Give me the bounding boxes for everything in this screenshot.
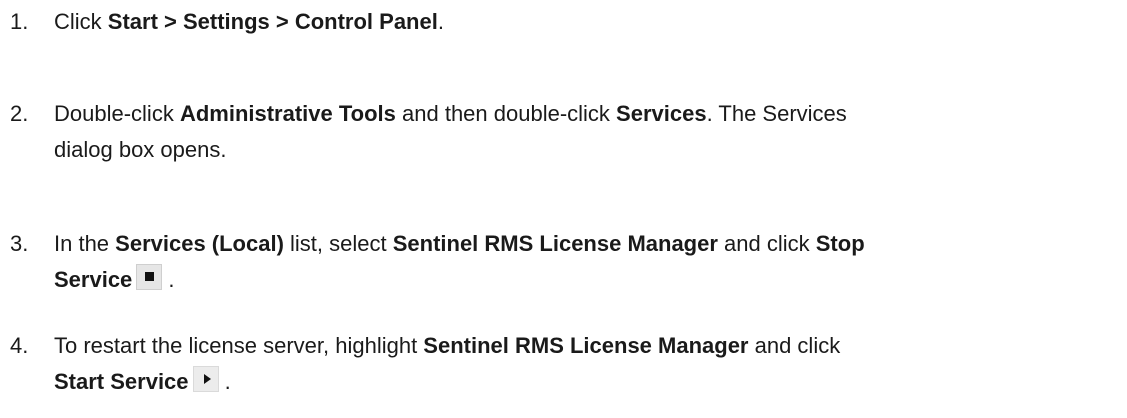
text-run: and click — [717, 231, 816, 256]
step-text: To restart the license server, highlight… — [54, 328, 1118, 400]
step-number: 3. — [10, 231, 29, 256]
text-run: . The Services — [706, 101, 847, 126]
step-number: 1. — [10, 9, 29, 34]
text-line: Service . — [54, 262, 1118, 298]
text-line: Click Start > Settings > Control Panel. — [54, 4, 1118, 40]
text-run: dialog box opens. — [54, 137, 227, 162]
step-text: Double-click Administrative Tools and th… — [54, 96, 1118, 168]
text-run: Click — [54, 9, 108, 34]
ui-term: Sentinel RMS License Manager — [423, 333, 749, 358]
ui-term: Start > Settings > Control Panel — [107, 9, 438, 34]
text-run: and then double-click — [395, 101, 617, 126]
step-number: 2. — [10, 101, 29, 126]
start-service-icon — [192, 366, 219, 392]
stop-service-icon — [136, 264, 163, 290]
ui-term: Services (Local) — [115, 231, 284, 256]
text-line: In the Services (Local) list, select Sen… — [54, 226, 1118, 262]
step-text: In the Services (Local) list, select Sen… — [54, 226, 1118, 298]
instructions-document: 1. Click Start > Settings > Control Pane… — [0, 0, 1127, 418]
text-line: To restart the license server, highlight… — [54, 328, 1118, 364]
ui-term: Stop — [815, 231, 865, 256]
ui-term: Sentinel RMS License Manager — [392, 231, 718, 256]
ui-term: Start Service — [54, 369, 189, 394]
text-run: Double-click — [54, 101, 180, 126]
text-line: Double-click Administrative Tools and th… — [54, 96, 1118, 132]
step-text: Click Start > Settings > Control Panel. — [54, 4, 1118, 40]
text-line: Start Service . — [54, 364, 1118, 400]
text-line: dialog box opens. — [54, 132, 1118, 168]
text-run: list, select — [283, 231, 393, 256]
text-run: In the — [54, 231, 116, 256]
ui-term: Service — [54, 267, 133, 292]
step-number: 4. — [10, 333, 29, 358]
ui-term: Administrative Tools — [179, 101, 396, 126]
text-run: . — [218, 369, 231, 394]
text-run: and click — [748, 333, 841, 358]
ui-term: Services — [616, 101, 707, 126]
text-run: . — [162, 267, 175, 292]
text-run: To restart the license server, highlight — [54, 333, 424, 358]
text-run: . — [437, 9, 444, 34]
